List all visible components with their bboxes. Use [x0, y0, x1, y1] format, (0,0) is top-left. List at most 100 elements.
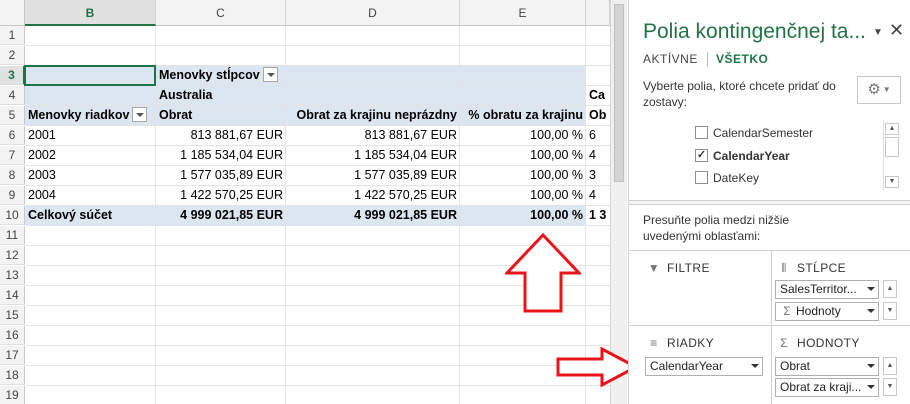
row-header[interactable]: 17	[0, 346, 25, 365]
row-labels-filter-dropdown[interactable]	[132, 107, 148, 123]
pane-splitter[interactable]	[629, 200, 910, 205]
column-header-d[interactable]: D	[286, 0, 460, 26]
active-cell-b3[interactable]	[24, 65, 156, 86]
tab-all[interactable]: VŠETKO	[716, 52, 768, 66]
scroll-down-icon[interactable]: ▼	[883, 302, 897, 320]
rows-area-label: ≡ RIADKY	[647, 336, 714, 350]
cell-next-partial[interactable]: 3	[586, 166, 610, 185]
row-header[interactable]: 18	[0, 366, 25, 385]
close-icon[interactable]: ✕	[889, 20, 904, 41]
choose-fields-instruction: Vyberte polia, ktoré chcete pridať do zo…	[643, 79, 836, 109]
grand-total-next-partial[interactable]: 1 3	[586, 206, 610, 225]
area-divider	[629, 325, 910, 326]
scroll-up-icon[interactable]: ▲	[883, 357, 897, 375]
value-header-pct: % obratu za krajinu	[468, 108, 583, 122]
cell-obrat[interactable]: 1 422 570,25 EUR	[156, 186, 286, 205]
chevron-down-icon[interactable]	[867, 309, 875, 313]
drag-fields-instruction: Presuňte polia medzi nižšie uvedenými ob…	[643, 213, 790, 243]
row-header[interactable]: 10	[0, 206, 25, 225]
row-header[interactable]: 11	[0, 226, 25, 245]
country-label: Australia	[159, 88, 213, 102]
row-header[interactable]: 19	[0, 386, 25, 404]
row-header[interactable]: 9	[0, 186, 25, 205]
columns-chip-salesterritory[interactable]: SalesTerritor...	[775, 280, 879, 299]
row-label-year[interactable]: 2003	[25, 166, 156, 185]
checkbox-icon[interactable]	[695, 171, 708, 185]
field-item-datekey[interactable]: DateKey	[695, 171, 759, 185]
row-header[interactable]: 12	[0, 246, 25, 265]
column-header-c[interactable]: C	[156, 0, 286, 26]
columns-icon: ⦀	[781, 261, 787, 275]
scrollbar-thumb[interactable]	[885, 137, 899, 157]
cell-next-partial[interactable]: 4	[586, 186, 610, 205]
chevron-down-icon[interactable]	[867, 385, 875, 389]
checkbox-checked-icon[interactable]: ✓	[695, 149, 708, 163]
columns-chip-values[interactable]: Σ Hodnoty	[775, 302, 879, 321]
gridline	[25, 365, 610, 366]
grand-total-label[interactable]: Celkový súčet	[25, 206, 156, 225]
field-list-scrollbar[interactable]: ▲ ▼	[883, 120, 899, 190]
cell-next-partial[interactable]: 4	[586, 146, 610, 165]
gridline	[25, 385, 610, 386]
worksheet-grid[interactable]: B C D E 1 2 3 4 5 6 7 8 9 10 11 12 13 14 15 16 17 18 19 Me…	[0, 0, 610, 404]
cell-obrat[interactable]: 1 577 035,89 EUR	[156, 166, 286, 185]
value-header-next-partial: Ob	[589, 108, 607, 122]
grand-total-obrat-nonempty[interactable]: 4 999 021,85 EUR	[286, 206, 460, 225]
chevron-down-icon[interactable]: ▼	[873, 27, 883, 38]
row-header[interactable]: 14	[0, 286, 25, 305]
chevron-down-icon[interactable]	[867, 287, 875, 291]
cell-obrat-nonempty[interactable]: 813 881,67 EUR	[286, 126, 460, 145]
cell-next-partial[interactable]: 6	[586, 126, 610, 145]
cell-pct[interactable]: 100,00 %	[460, 126, 586, 145]
values-chip-obrat[interactable]: Obrat	[775, 357, 879, 376]
values-chip-obrat-za-krajinu[interactable]: Obrat za kraji...	[775, 378, 879, 397]
row-header[interactable]: 13	[0, 266, 25, 285]
cell-pct[interactable]: 100,00 %	[460, 166, 586, 185]
row-header[interactable]: 6	[0, 126, 25, 145]
row-header[interactable]: 7	[0, 146, 25, 165]
row-label-year[interactable]: 2002	[25, 146, 156, 165]
cell-obrat[interactable]: 1 185 534,04 EUR	[156, 146, 286, 165]
checkbox-icon[interactable]	[695, 126, 708, 140]
column-header-f[interactable]	[586, 0, 610, 26]
chevron-down-icon[interactable]	[751, 364, 759, 368]
row-header[interactable]: 8	[0, 166, 25, 185]
row-header[interactable]: 3	[0, 66, 25, 85]
vertical-scrollbar[interactable]	[610, 0, 627, 404]
scroll-up-icon[interactable]: ▲	[883, 280, 897, 298]
tab-active[interactable]: AKTÍVNE	[643, 52, 698, 66]
cell-obrat-nonempty[interactable]: 1 577 035,89 EUR	[286, 166, 460, 185]
scroll-down-icon[interactable]: ▼	[885, 176, 899, 188]
annotation-up-arrow	[505, 233, 581, 313]
cell-pct[interactable]: 100,00 %	[460, 146, 586, 165]
cell-pct[interactable]: 100,00 %	[460, 186, 586, 205]
row-labels-header: Menovky riadkov	[25, 106, 156, 125]
row-label-year[interactable]: 2001	[25, 126, 156, 145]
row-label-year[interactable]: 2004	[25, 186, 156, 205]
field-item-calendaryear[interactable]: ✓ CalendarYear	[695, 149, 790, 163]
select-all-corner[interactable]	[0, 0, 25, 26]
cell-obrat-nonempty[interactable]: 1 185 534,04 EUR	[286, 146, 460, 165]
field-item-calendarsemester[interactable]: CalendarSemester	[695, 126, 813, 140]
row-header[interactable]: 4	[0, 86, 25, 105]
column-header-e[interactable]: E	[460, 0, 586, 26]
row-header[interactable]: 15	[0, 306, 25, 325]
sigma-icon: Σ	[780, 336, 788, 350]
grand-total-obrat[interactable]: 4 999 021,85 EUR	[156, 206, 286, 225]
gridline	[25, 345, 610, 346]
row-header[interactable]: 1	[0, 26, 25, 45]
chevron-down-icon[interactable]	[867, 364, 875, 368]
scroll-up-icon[interactable]: ▲	[885, 123, 899, 135]
rows-chip-calendaryear[interactable]: CalendarYear	[645, 357, 763, 376]
scroll-down-icon[interactable]: ▼	[883, 378, 897, 396]
gear-icon[interactable]: ⚙ ▼	[857, 76, 901, 104]
cell-obrat[interactable]: 813 881,67 EUR	[156, 126, 286, 145]
row-header[interactable]: 5	[0, 106, 25, 125]
row-header[interactable]: 16	[0, 326, 25, 345]
column-header-b[interactable]: B	[25, 0, 156, 26]
row-header[interactable]: 2	[0, 46, 25, 65]
cell-obrat-nonempty[interactable]: 1 422 570,25 EUR	[286, 186, 460, 205]
column-labels-filter-dropdown[interactable]	[262, 67, 278, 83]
grand-total-pct[interactable]: 100,00 %	[460, 206, 586, 225]
scrollbar-thumb[interactable]	[614, 4, 624, 182]
